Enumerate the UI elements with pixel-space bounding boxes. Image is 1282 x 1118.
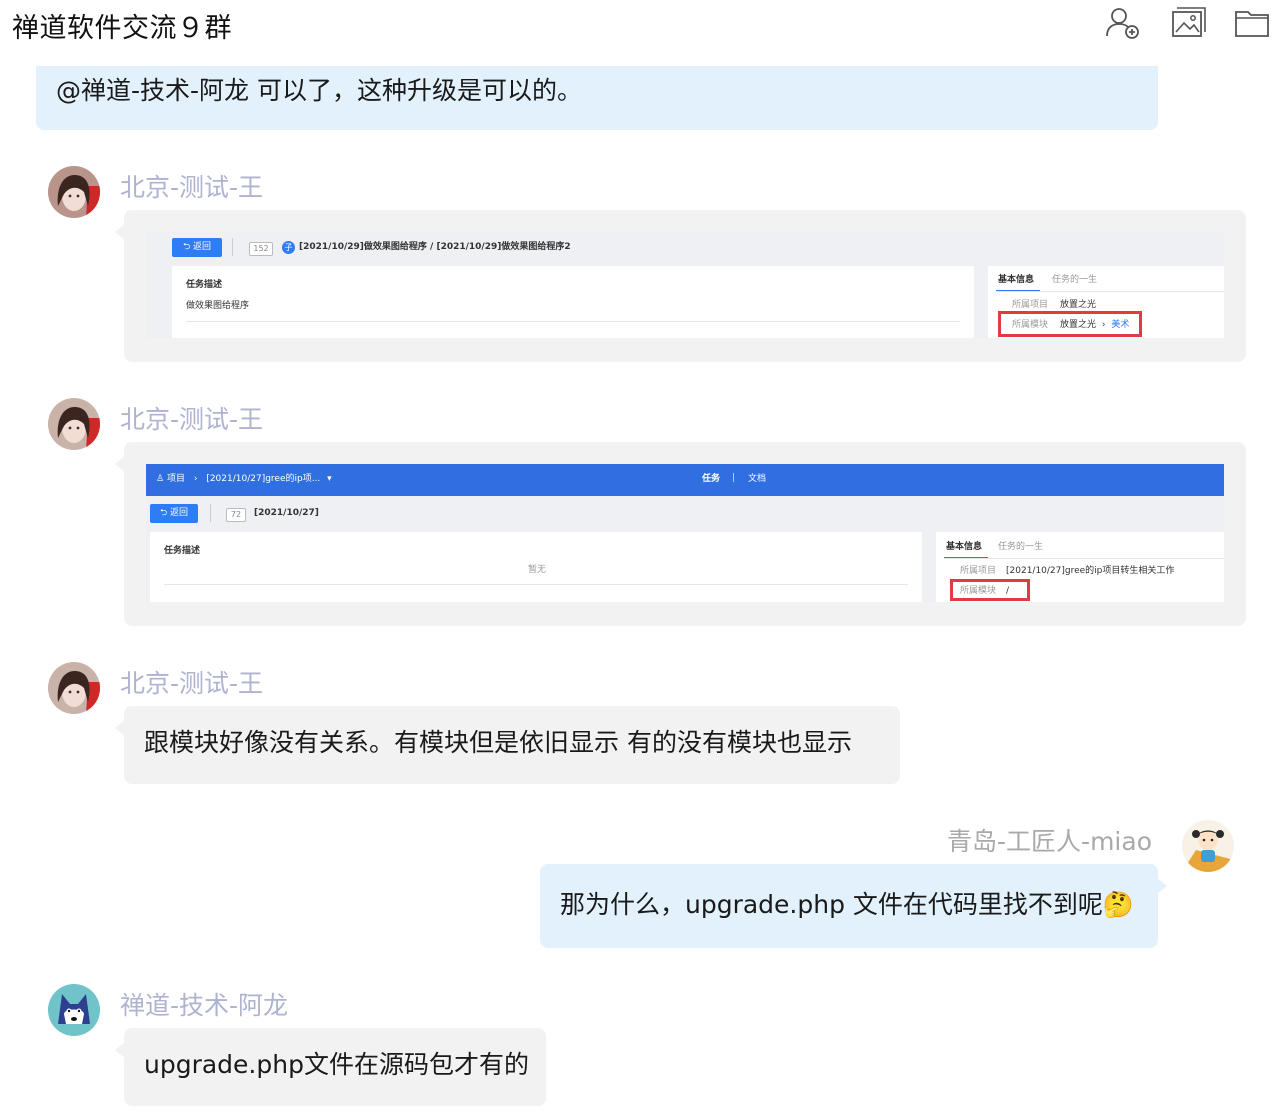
project-icon: ♙: [156, 474, 167, 484]
message-bubble[interactable]: 跟模块好像没有关系。有模块但是依旧显示 有的没有模块也显示: [115, 706, 900, 784]
task-title: [2021/10/27]: [254, 508, 319, 518]
back-button: ⮌ 返回: [150, 504, 198, 523]
avatar[interactable]: [48, 984, 100, 1036]
red-highlight-box: [998, 311, 1142, 337]
desc-panel: 任务描述 做效果图给程序: [172, 266, 974, 338]
back-icon: ⮌: [182, 242, 194, 253]
image-message[interactable]: ♙ 项目 › [2021/10/27]gree的ip项... ▾ 任务 | 文档…: [115, 442, 1246, 626]
subtask-badge: 子: [282, 241, 295, 254]
avatar[interactable]: [48, 398, 100, 450]
breadcrumb: [2021/10/29]做效果图给程序 / [2021/10/29]做效果图给程…: [299, 242, 571, 252]
message-bubble[interactable]: upgrade.php文件在源码包才有的: [115, 1028, 546, 1106]
info-panel: 基本信息 任务的一生 所属项目 放置之光 所属模块 放置之光 › 美术: [988, 266, 1224, 338]
red-highlight-box: [950, 579, 1030, 601]
tab-basic: 基本信息: [998, 275, 1035, 285]
info-panel: 基本信息 任务的一生 所属项目 [2021/10/27]gree的ip项目转生相…: [936, 532, 1224, 602]
chat-header: 禅道软件交流９群: [0, 0, 1282, 50]
thinking-face-icon: 🤔: [1102, 890, 1135, 919]
sender-name: 北京-测试-王: [120, 173, 264, 202]
tab-basic: 基本信息: [946, 542, 983, 552]
sender-name: 北京-测试-王: [120, 405, 264, 434]
group-title: 禅道软件交流９群: [12, 13, 232, 44]
avatar[interactable]: [1182, 820, 1234, 872]
message-bubble[interactable]: @禅道-技术-阿龙 可以了，这种升级是可以的。: [36, 66, 1158, 130]
task-id: 72: [226, 508, 246, 522]
avatar[interactable]: [48, 662, 100, 714]
tab-history: 任务的一生: [1052, 275, 1098, 285]
back-button: ⮌ 返回: [172, 238, 222, 257]
desc-title: 任务描述: [164, 546, 201, 556]
desc-title: 任务描述: [186, 280, 223, 290]
add-member-icon[interactable]: [1102, 3, 1142, 43]
sender-name: 北京-测试-王: [120, 669, 264, 698]
back-icon: ⮌: [159, 508, 171, 519]
embedded-screenshot[interactable]: ♙ 项目 › [2021/10/27]gree的ip项... ▾ 任务 | 文档…: [146, 464, 1224, 602]
desc-panel: 任务描述 暂无: [150, 532, 922, 602]
zentao-topbar: ♙ 项目 › [2021/10/27]gree的ip项... ▾ 任务 | 文档: [146, 464, 1224, 496]
sender-name: 禅道-技术-阿龙: [120, 991, 289, 1020]
message-bubble[interactable]: 那为什么，upgrade.php 文件在代码里找不到呢🤔: [540, 864, 1167, 948]
desc-text: 做效果图给程序: [186, 301, 250, 311]
desc-text: 暂无: [528, 565, 547, 575]
avatar[interactable]: [48, 166, 100, 218]
tab-history: 任务的一生: [998, 542, 1044, 552]
image-icon[interactable]: [1168, 3, 1208, 43]
message-text: @禅道-技术-阿龙 可以了，这种升级是可以的。: [56, 76, 582, 105]
folder-icon[interactable]: [1232, 3, 1272, 43]
image-message[interactable]: ⮌ 返回 152 子 [2021/10/29]做效果图给程序 / [2021/1…: [115, 210, 1246, 362]
message-text: upgrade.php文件在源码包才有的: [144, 1050, 529, 1079]
message-text: 那为什么，upgrade.php 文件在代码里找不到呢: [560, 890, 1103, 919]
message-text: 跟模块好像没有关系。有模块但是依旧显示 有的没有模块也显示: [144, 728, 852, 757]
embedded-screenshot[interactable]: ⮌ 返回 152 子 [2021/10/29]做效果图给程序 / [2021/1…: [146, 232, 1224, 338]
sender-name: 青岛-工匠人-miao: [947, 827, 1152, 856]
task-id: 152: [249, 242, 273, 256]
